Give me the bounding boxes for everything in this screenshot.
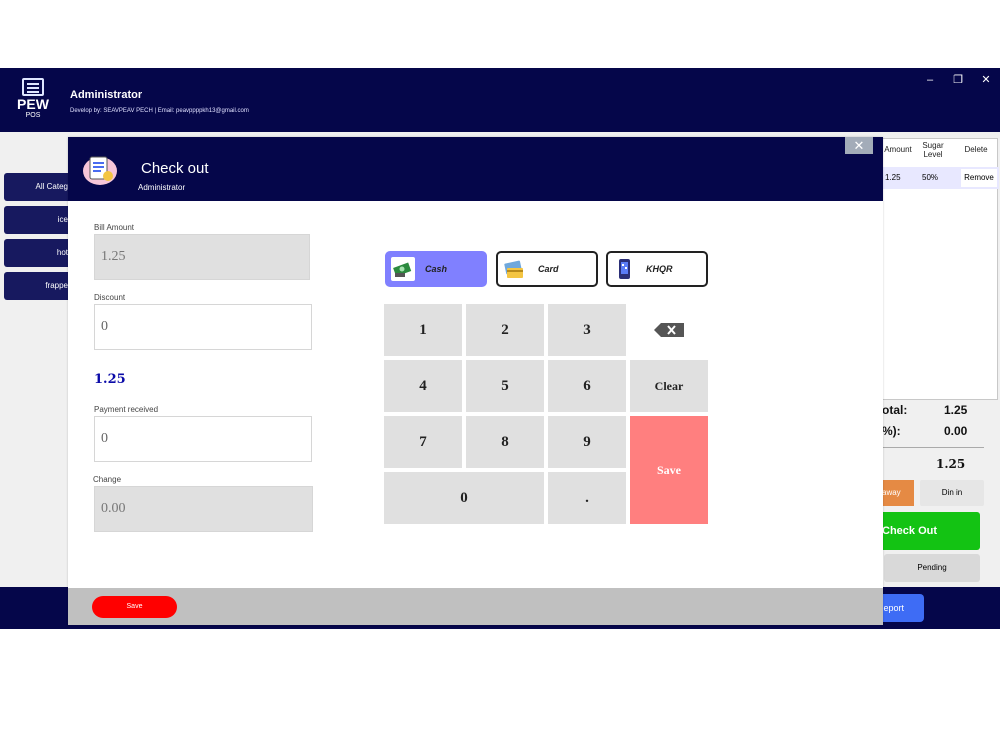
cash-icon [391, 257, 415, 281]
developer-credit: Develop by: SEAVPEAV PECH | Email: peavp… [70, 108, 249, 114]
receipt-icon [83, 156, 117, 185]
dialog-title: Check out [141, 160, 209, 177]
key-5[interactable]: 5 [466, 360, 544, 412]
cash-label: Cash [425, 264, 448, 274]
clear-key[interactable]: Clear [630, 360, 708, 412]
khqr-label: KHQR [646, 264, 673, 274]
dine-in-button[interactable]: Din in [920, 480, 984, 506]
dialog-subtitle: Administrator [138, 183, 186, 192]
cart-table: Amount Sugar Level Delete 1.25 50% Remov… [878, 138, 999, 400]
dialog-footer: Save [68, 588, 883, 625]
net-total: 1.25 [94, 372, 126, 387]
pew-pos-logo: PEW POS [16, 78, 50, 124]
subtotal-value: 1.25 [944, 403, 968, 417]
column-delete: Delete [964, 145, 988, 154]
backspace-key[interactable] [630, 304, 708, 356]
grand-total: 1.25 [936, 457, 966, 471]
register-icon [22, 78, 44, 96]
payment-received-label: Payment received [94, 405, 159, 414]
category-frappe[interactable]: frappe [4, 272, 74, 300]
close-window-icon[interactable]: ✕ [976, 72, 996, 88]
subtotal-label: otal: [882, 403, 908, 417]
payment-received-field[interactable]: 0 [94, 416, 312, 462]
keypad-save-button[interactable]: Save [630, 416, 708, 524]
table-row: 1.25 50% Remove [879, 167, 999, 189]
card-label: Card [538, 264, 559, 274]
minimize-icon[interactable]: – [920, 72, 940, 88]
card-icon [502, 257, 526, 281]
pending-button[interactable]: Pending [884, 554, 980, 582]
qr-phone-icon [612, 257, 636, 281]
title-bar: PEW POS Administrator Develop by: SEAVPE… [0, 68, 1000, 132]
key-1[interactable]: 1 [384, 304, 462, 356]
save-button[interactable]: Save [92, 596, 177, 618]
category-hot[interactable]: hot [4, 239, 74, 267]
restore-icon[interactable]: ❐ [948, 72, 968, 88]
close-icon[interactable]: ✕ [845, 137, 873, 154]
key-9[interactable]: 9 [548, 416, 626, 468]
category-all[interactable]: All Categ [4, 173, 74, 201]
key-8[interactable]: 8 [466, 416, 544, 468]
backspace-icon [654, 323, 684, 337]
remove-button[interactable]: Remove [961, 169, 997, 187]
key-decimal[interactable]: . [548, 472, 626, 524]
key-2[interactable]: 2 [466, 304, 544, 356]
change-field: 0.00 [94, 486, 313, 532]
column-amount: Amount [884, 145, 912, 154]
divider [882, 447, 984, 448]
cash-button[interactable]: Cash [385, 251, 487, 287]
column-sugar-level: Sugar Level [922, 141, 944, 159]
dialog-header: Check out Administrator ✕ [68, 137, 883, 201]
key-7[interactable]: 7 [384, 416, 462, 468]
discount-field-label: Discount [94, 293, 126, 302]
logo-subtext: POS [25, 112, 41, 119]
category-ice[interactable]: ice [4, 206, 74, 234]
check-out-button[interactable]: Check Out [880, 512, 980, 550]
checkout-dialog: Check out Administrator ✕ Bill Amount 1.… [68, 137, 883, 625]
discount-label: %): [882, 424, 901, 438]
logo-text: PEW [17, 96, 49, 112]
khqr-button[interactable]: KHQR [606, 251, 708, 287]
takeaway-button[interactable]: away [880, 480, 914, 506]
key-3[interactable]: 3 [548, 304, 626, 356]
key-4[interactable]: 4 [384, 360, 462, 412]
row-sugar: 50% [922, 173, 939, 182]
card-button[interactable]: Card [496, 251, 598, 287]
row-amount: 1.25 [885, 173, 901, 182]
key-0[interactable]: 0 [384, 472, 544, 524]
change-label: Change [93, 475, 122, 484]
user-title: Administrator [70, 89, 143, 101]
key-6[interactable]: 6 [548, 360, 626, 412]
discount-value: 0.00 [944, 424, 968, 438]
discount-field[interactable]: 0 [94, 304, 312, 350]
bill-amount-label: Bill Amount [94, 223, 135, 232]
bill-amount-field: 1.25 [94, 234, 310, 280]
